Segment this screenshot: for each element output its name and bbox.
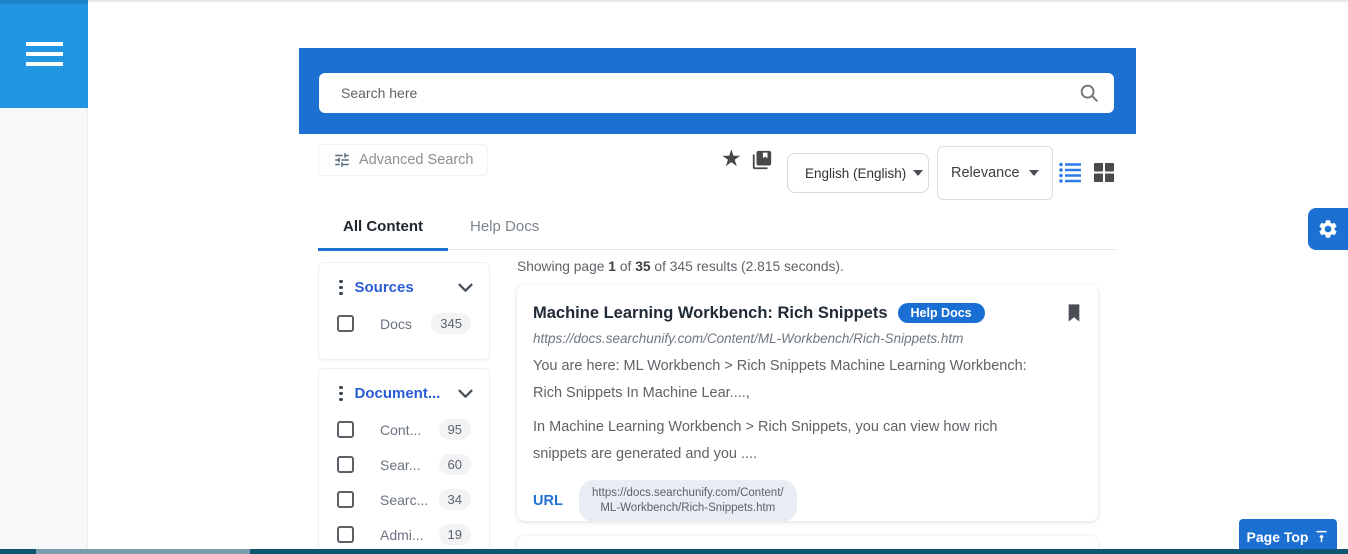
grid-view-button[interactable] [1092,160,1116,184]
chevron-down-icon [913,170,923,176]
page-top-label: Page Top [1247,529,1309,545]
search-band [299,48,1136,134]
facet-item-label[interactable]: Cont... [380,422,439,438]
facet-title: Sources [355,279,414,296]
sort-selector[interactable]: Relevance [937,146,1053,200]
bookmark-icon[interactable] [1066,303,1082,323]
kebab-menu-icon[interactable] [339,280,343,296]
language-selector[interactable]: English (English) [787,153,929,193]
language-selected-label: English (English) [805,166,906,181]
result-snippet-1: You are here: ML Workbench > Rich Snippe… [533,353,1043,407]
url-field-label: URL [533,493,563,509]
current-page-number: 1 [608,259,616,274]
favorites-star-icon[interactable]: ★ [721,147,742,170]
kebab-menu-icon[interactable] [339,386,343,402]
facet-item: Admi... 19 [319,517,489,552]
result-snippet-2: In Machine Learning Workbench > Rich Sni… [533,414,1043,468]
active-tab-underline [318,248,448,251]
facet-item-label[interactable]: Sear... [380,457,439,473]
facet-item-label[interactable]: Searc... [380,492,439,508]
chevron-down-icon[interactable] [458,283,473,293]
facet-document-type: Document... Cont... 95 Sear... 60 Searc.… [318,368,490,554]
saved-collections-icon[interactable] [751,149,773,171]
facet-item: Cont... 95 [319,412,489,447]
advanced-search-button[interactable]: Advanced Search [318,144,488,176]
search-bar[interactable] [319,73,1114,113]
result-title-link[interactable]: Machine Learning Workbench: Rich Snippet… [533,304,888,323]
scroll-to-top-icon [1314,529,1329,544]
checkbox[interactable] [337,491,354,508]
facet-item-label[interactable]: Docs [380,316,431,332]
results-summary: Showing page 1 of 35 of 345 results (2.8… [517,259,844,274]
facet-item-count: 345 [431,313,471,334]
facet-item: Searc... 34 [319,482,489,517]
list-view-button[interactable] [1058,160,1082,184]
source-badge: Help Docs [898,303,985,323]
checkbox[interactable] [337,315,354,332]
facet-sources: Sources Docs 345 [318,262,490,360]
facet-item-count: 95 [439,419,471,440]
gear-icon [1317,218,1339,240]
advanced-search-label: Advanced Search [359,152,473,168]
facet-item-docs: Docs 345 [319,306,489,341]
chevron-down-icon[interactable] [458,389,473,399]
facet-item-count: 19 [439,524,471,545]
facet-title: Document... [355,385,441,402]
checkbox[interactable] [337,456,354,473]
facet-item-label[interactable]: Admi... [380,527,439,543]
tab-help-docs[interactable]: Help Docs [470,218,539,235]
total-pages: 35 [635,259,650,274]
result-breadcrumb-url[interactable]: https://docs.searchunify.com/Content/ML-… [533,331,1082,346]
horizontal-scrollbar[interactable] [0,549,1348,554]
url-value-chip[interactable]: https://docs.searchunify.com/Content/ML-… [579,480,797,522]
search-icon[interactable] [1078,82,1100,104]
facet-item-count: 34 [439,489,471,510]
settings-flyout-button[interactable] [1308,208,1348,250]
search-results-page: Advanced Search ★ English (English) Rele… [0,0,1348,554]
top-divider [88,0,1348,2]
sort-selected-label: Relevance [951,165,1020,181]
facet-document-type-header[interactable]: Document... [319,369,489,402]
tune-sliders-icon [333,151,351,169]
scrollbar-thumb[interactable] [36,549,250,554]
search-input[interactable] [341,85,1078,101]
chevron-down-icon [1029,170,1039,176]
hamburger-menu-button[interactable] [0,0,88,108]
search-result-card: Machine Learning Workbench: Rich Snippet… [517,285,1098,521]
content-tabs: All Content Help Docs [318,210,1115,250]
facet-item: Sear... 60 [319,447,489,482]
facet-item-count: 60 [439,454,471,475]
checkbox[interactable] [337,421,354,438]
facet-sources-header[interactable]: Sources [319,263,489,296]
hamburger-icon [26,42,63,46]
checkbox[interactable] [337,526,354,543]
tab-all-content[interactable]: All Content [343,218,423,235]
